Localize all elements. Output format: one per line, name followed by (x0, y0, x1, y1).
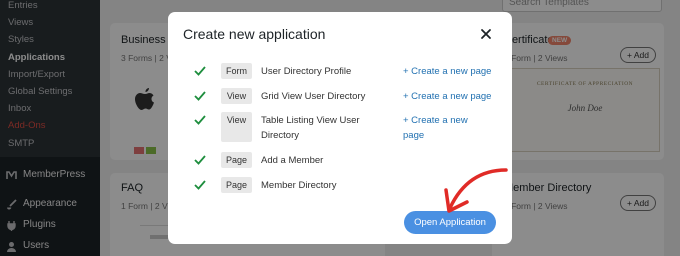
link-line: + Create a new (403, 115, 468, 126)
item-type-badge: Page (221, 152, 252, 168)
item-name: User Directory Profile (261, 66, 352, 77)
checkmark-icon (194, 66, 206, 76)
checkmark-icon (194, 155, 206, 165)
item-name: Grid View User Directory (261, 91, 366, 102)
create-new-page-link[interactable]: + Create a new page (403, 113, 468, 143)
item-type-label: View (226, 115, 247, 125)
item-type-badge: View (221, 88, 252, 104)
close-icon[interactable] (478, 26, 494, 42)
item-name: Add a Member (261, 155, 324, 166)
item-type-badge: Form (221, 63, 252, 79)
checkmark-icon (194, 91, 206, 101)
item-type-badge: View (221, 112, 252, 142)
modal-title: Create new application (183, 26, 326, 42)
item-name: Member Directory (261, 180, 337, 191)
item-name-line: Table Listing View User (261, 115, 360, 126)
checkmark-icon (194, 180, 206, 190)
link-line: page (403, 130, 425, 141)
checkmark-icon (194, 115, 206, 125)
item-type-badge: Page (221, 177, 252, 193)
item-name: Table Listing View User Directory (261, 113, 360, 143)
create-new-page-link[interactable]: + Create a new page (403, 64, 491, 79)
item-name-line: Directory (261, 130, 300, 141)
annotation-arrow-icon (444, 168, 508, 213)
create-new-page-link[interactable]: + Create a new page (403, 89, 491, 104)
